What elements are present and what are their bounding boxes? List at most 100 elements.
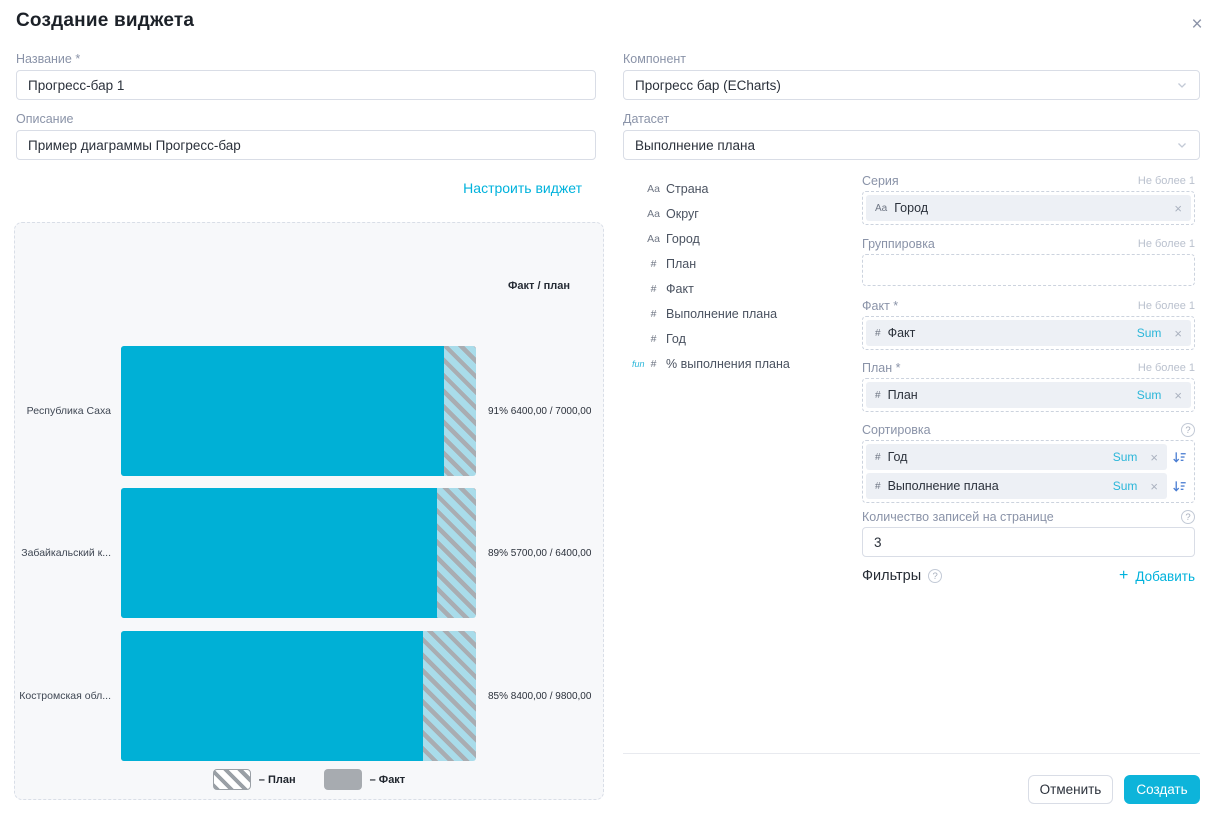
- plan-dropzone[interactable]: # План Sum ×: [862, 378, 1195, 412]
- aggregation-selector[interactable]: Sum: [1113, 450, 1138, 464]
- legend-item-plan: – План: [213, 769, 296, 790]
- bar-category-label: Забайкальский к...: [15, 547, 111, 559]
- bar-value-label: 89% 5700,00 / 6400,00: [488, 548, 591, 559]
- cancel-button[interactable]: Отменить: [1028, 775, 1113, 804]
- dataset-select[interactable]: Выполнение плана: [623, 130, 1200, 160]
- bar-value-label: 85% 8400,00 / 9800,00: [488, 691, 591, 702]
- field-item-plan[interactable]: #План: [632, 251, 857, 276]
- sort-row-vypolnenie: # Выполнение плана Sum ×: [866, 473, 1191, 499]
- sorting-dropzone[interactable]: # Год Sum × # Выполнение плана Sum ×: [862, 440, 1195, 503]
- series-chip-gorod[interactable]: Aa Город ×: [866, 195, 1191, 221]
- bar-plan-track[interactable]: [121, 631, 476, 761]
- number-type-icon: #: [646, 258, 661, 270]
- legend-label: – Факт: [370, 774, 406, 786]
- sorting-label: Сортировка: [862, 423, 931, 437]
- text-type-icon: Aa: [646, 208, 661, 220]
- series-label-row: Серия Не более 1: [862, 174, 1195, 188]
- field-item-vypolnenie-plana[interactable]: #Выполнение плана: [632, 301, 857, 326]
- number-type-icon: #: [646, 308, 661, 320]
- fact-label-row: Факт * Не более 1: [862, 299, 1195, 313]
- remove-chip-icon[interactable]: ×: [1174, 326, 1182, 341]
- chart-bar-row: Республика Саха 91% 6400,00 / 7000,00: [15, 346, 603, 476]
- sort-chip-vypolnenie[interactable]: # Выполнение плана Sum ×: [866, 473, 1167, 499]
- bar-plan-track[interactable]: [121, 488, 476, 618]
- aggregation-selector[interactable]: Sum: [1137, 388, 1162, 402]
- bar-category-label: Республика Саха: [15, 405, 111, 417]
- number-type-icon: #: [875, 481, 881, 492]
- text-type-icon: Aa: [646, 183, 661, 195]
- remove-chip-icon[interactable]: ×: [1174, 388, 1182, 403]
- plus-icon: +: [1119, 568, 1128, 584]
- help-icon[interactable]: ?: [1181, 423, 1195, 437]
- remove-chip-icon[interactable]: ×: [1150, 479, 1158, 494]
- grouping-label-row: Группировка Не более 1: [862, 237, 1195, 251]
- plan-chip[interactable]: # План Sum ×: [866, 382, 1191, 408]
- field-item-gorod[interactable]: AaГород: [632, 226, 857, 251]
- footer-divider: [623, 753, 1200, 754]
- number-type-icon: #: [646, 333, 661, 345]
- help-icon[interactable]: ?: [928, 569, 942, 583]
- aggregation-selector[interactable]: Sum: [1137, 326, 1162, 340]
- series-dropzone[interactable]: Aa Город ×: [862, 191, 1195, 225]
- grouping-label: Группировка: [862, 237, 935, 251]
- fact-chip[interactable]: # Факт Sum ×: [866, 320, 1191, 346]
- bar-fact-fill[interactable]: [121, 631, 423, 761]
- name-input[interactable]: [16, 70, 596, 100]
- widget-preview-panel: Факт / план Республика Саха 91% 6400,00 …: [14, 222, 604, 800]
- plan-label: План *: [862, 361, 900, 375]
- description-label: Описание: [16, 112, 74, 126]
- bar-plan-track[interactable]: [121, 346, 476, 476]
- plan-label-row: План * Не более 1: [862, 361, 1195, 375]
- number-type-icon: #: [875, 328, 881, 339]
- fact-dropzone[interactable]: # Факт Sum ×: [862, 316, 1195, 350]
- field-item-god[interactable]: #Год: [632, 326, 857, 351]
- grouping-limit: Не более 1: [1138, 238, 1195, 250]
- chart-legend: – План – Факт: [15, 769, 603, 790]
- page-size-input[interactable]: [862, 527, 1195, 557]
- configure-widget-link[interactable]: Настроить виджет: [463, 180, 582, 196]
- sort-chip-god[interactable]: # Год Sum ×: [866, 444, 1167, 470]
- legend-item-fact: – Факт: [324, 769, 406, 790]
- remove-chip-icon[interactable]: ×: [1150, 450, 1158, 465]
- description-input[interactable]: [16, 130, 596, 160]
- series-label: Серия: [862, 174, 899, 188]
- number-type-icon: #: [875, 452, 881, 463]
- field-item-percent-vypolneniya[interactable]: fun#% выполнения плана: [632, 351, 857, 376]
- sort-descending-icon[interactable]: [1167, 479, 1191, 494]
- grouping-dropzone[interactable]: [862, 254, 1195, 286]
- name-label: Название *: [16, 52, 80, 66]
- close-icon[interactable]: ×: [1186, 14, 1208, 36]
- help-icon[interactable]: ?: [1181, 510, 1195, 524]
- function-icon: fun: [632, 359, 646, 369]
- dataset-fields-list: AaСтрана AaОкруг AaГород #План #Факт #Вы…: [632, 176, 857, 376]
- page-size-label-row: Количество записей на странице ?: [862, 510, 1195, 524]
- plan-limit: Не более 1: [1138, 362, 1195, 374]
- bar-value-label: 91% 6400,00 / 7000,00: [488, 406, 591, 417]
- chevron-down-icon: [1176, 139, 1188, 151]
- chart-bar-row: Костромская обл... 85% 8400,00 / 9800,00: [15, 631, 603, 761]
- number-type-icon: #: [646, 283, 661, 295]
- field-item-strana[interactable]: AaСтрана: [632, 176, 857, 201]
- sort-descending-icon[interactable]: [1167, 450, 1191, 465]
- text-type-icon: Aa: [646, 233, 661, 245]
- bar-fact-fill[interactable]: [121, 488, 437, 618]
- chart-bar-row: Забайкальский к... 89% 5700,00 / 6400,00: [15, 488, 603, 618]
- add-filter-button[interactable]: + Добавить: [1119, 568, 1195, 584]
- text-type-icon: Aa: [875, 203, 887, 214]
- fact-limit: Не более 1: [1138, 300, 1195, 312]
- sort-row-god: # Год Sum ×: [866, 444, 1191, 470]
- filters-title: Фильтры: [862, 568, 921, 584]
- series-limit: Не более 1: [1138, 175, 1195, 187]
- component-label: Компонент: [623, 52, 686, 66]
- bar-fact-fill[interactable]: [121, 346, 444, 476]
- aggregation-selector[interactable]: Sum: [1113, 479, 1138, 493]
- component-select[interactable]: Прогресс бар (ECharts): [623, 70, 1200, 100]
- sorting-label-row: Сортировка ?: [862, 423, 1195, 437]
- field-item-fakt[interactable]: #Факт: [632, 276, 857, 301]
- field-item-okrug[interactable]: AaОкруг: [632, 201, 857, 226]
- remove-chip-icon[interactable]: ×: [1174, 201, 1182, 216]
- fact-solid-swatch: [324, 769, 362, 790]
- fact-label: Факт *: [862, 299, 898, 313]
- create-widget-dialog: Создание виджета × Название * Описание Н…: [0, 0, 1223, 815]
- create-button[interactable]: Создать: [1124, 775, 1200, 804]
